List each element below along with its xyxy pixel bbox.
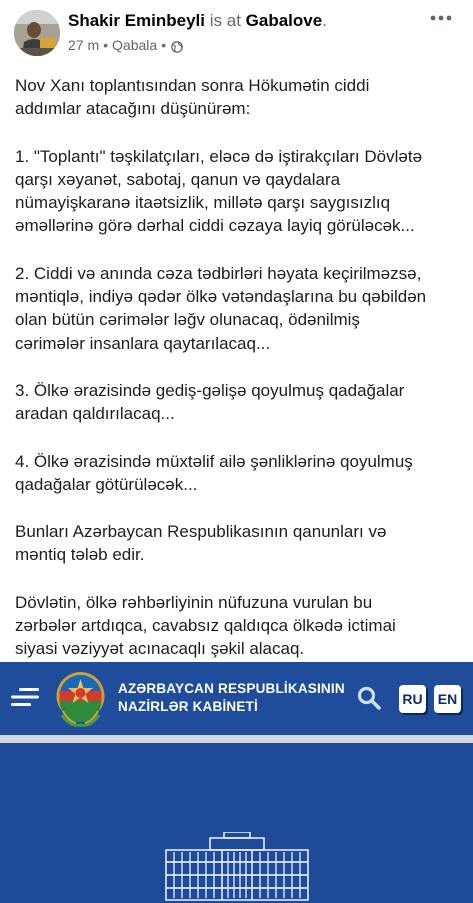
post-text: Nov Xanı toplantısından sonra Hökumətin … bbox=[15, 74, 467, 661]
meta-separator: • bbox=[103, 37, 109, 53]
place-name[interactable]: Gabalove bbox=[246, 11, 323, 30]
site-title-line2: NAZİRLƏR KABİNETİ bbox=[118, 699, 258, 714]
search-icon[interactable] bbox=[356, 685, 382, 711]
meta-separator: • bbox=[161, 37, 167, 53]
is-at-text: is at bbox=[209, 11, 241, 30]
post-paragraph: Dövlətin, ölkə rəhbərliyinin nüfuzuna vu… bbox=[15, 592, 396, 659]
header-divider bbox=[0, 735, 473, 743]
post-paragraph: 4. Ölkə ərazisində müxtəlif ailə şənlikl… bbox=[15, 451, 413, 494]
post-paragraph: 2. Ciddi və anında cəza tədbirləri həyat… bbox=[15, 263, 427, 353]
government-building-icon bbox=[165, 832, 309, 901]
post-header: Shakir Eminbeyli is at Gabalove. 27 m • … bbox=[0, 0, 473, 62]
post-paragraph: 3. Ölkə ərazisində gediş-gəlişə qoyulmuş… bbox=[15, 380, 405, 424]
post-paragraph: Bunları Azərbaycan Respublikasının qanun… bbox=[15, 522, 387, 565]
globe-icon bbox=[171, 39, 183, 53]
author-line: Shakir Eminbeyli is at Gabalove. bbox=[68, 11, 327, 31]
more-horizontal-icon bbox=[430, 15, 452, 21]
language-en-button[interactable]: EN bbox=[434, 685, 461, 713]
site-title-line1: AZƏRBAYCAN RESPUBLİKASININ bbox=[118, 681, 345, 696]
post-paragraph: Nov Xanı toplantısından sonra Hökumətin … bbox=[15, 76, 370, 119]
post-location[interactable]: Qabala bbox=[112, 36, 157, 54]
language-ru-button[interactable]: RU bbox=[399, 685, 426, 713]
hamburger-menu-icon[interactable] bbox=[10, 686, 40, 708]
post-meta: 27 m • Qabala • bbox=[68, 36, 183, 54]
shared-image[interactable]: AZƏRBAYCAN RESPUBLİKASININ NAZİRLƏR KABİ… bbox=[0, 662, 473, 903]
post-paragraph: 1. "Toplantı" təşkilatçıları, eləcə də i… bbox=[15, 146, 423, 236]
post-timestamp[interactable]: 27 m bbox=[68, 36, 99, 54]
azerbaijan-emblem-icon bbox=[56, 672, 105, 727]
site-header: AZƏRBAYCAN RESPUBLİKASININ NAZİRLƏR KABİ… bbox=[0, 662, 473, 735]
avatar[interactable] bbox=[14, 10, 60, 56]
period-text: . bbox=[322, 11, 327, 30]
site-title[interactable]: AZƏRBAYCAN RESPUBLİKASININ NAZİRLƏR KABİ… bbox=[118, 680, 345, 716]
more-options-button[interactable] bbox=[426, 8, 456, 28]
author-name[interactable]: Shakir Eminbeyli bbox=[68, 11, 205, 30]
